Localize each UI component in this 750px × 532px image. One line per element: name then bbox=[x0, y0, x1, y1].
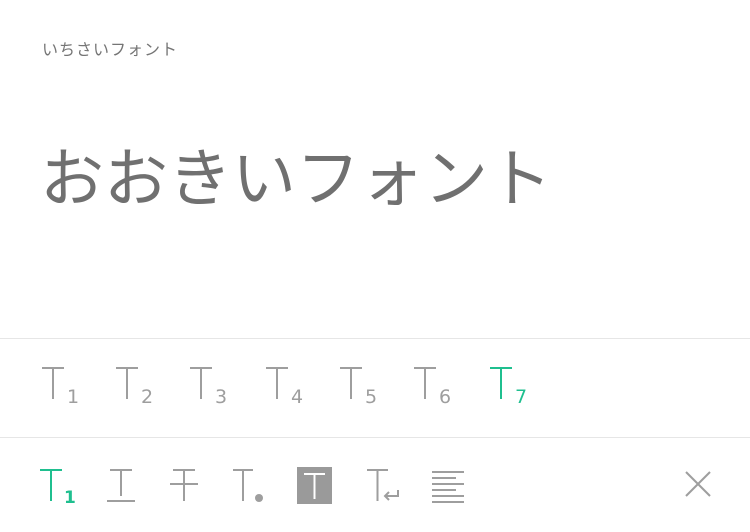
font-size-1-button[interactable]: 1 bbox=[40, 366, 90, 410]
align-tool-icon bbox=[432, 471, 464, 503]
text-size-3-icon bbox=[190, 367, 212, 399]
font-size-7-button[interactable]: 7 bbox=[488, 366, 538, 410]
highlight-tool-button[interactable] bbox=[296, 466, 340, 510]
line-break-tool-button[interactable] bbox=[364, 466, 408, 510]
size-label: 2 bbox=[141, 386, 153, 408]
highlight-tool-icon bbox=[297, 467, 332, 504]
font-size-5-button[interactable]: 5 bbox=[338, 366, 388, 410]
font-size-3-button[interactable]: 3 bbox=[188, 366, 238, 410]
small-font-text[interactable]: いちさいフォント bbox=[42, 36, 178, 60]
text-size-tool-icon bbox=[40, 469, 62, 501]
bullet-tool-icon bbox=[233, 469, 263, 502]
bullet-tool-button[interactable] bbox=[231, 466, 275, 510]
large-font-text[interactable]: おおきいフォント bbox=[40, 140, 552, 220]
underline-tool-icon bbox=[107, 469, 135, 502]
formatting-toolbar: 1 bbox=[0, 438, 750, 532]
text-size-1-icon bbox=[42, 367, 64, 399]
size-label: 7 bbox=[515, 386, 527, 408]
strikethrough-tool-button[interactable] bbox=[166, 466, 210, 510]
size-label: 4 bbox=[291, 386, 303, 408]
tool-size-label: 1 bbox=[64, 488, 76, 508]
text-size-6-icon bbox=[414, 367, 436, 399]
font-size-2-button[interactable]: 2 bbox=[114, 366, 164, 410]
align-tool-button[interactable] bbox=[429, 466, 473, 510]
line-break-tool-icon bbox=[367, 469, 399, 501]
close-button[interactable] bbox=[680, 466, 724, 510]
strikethrough-tool-icon bbox=[170, 469, 198, 501]
text-size-5-icon bbox=[340, 367, 362, 399]
text-size-7-icon bbox=[490, 367, 512, 399]
text-size-2-icon bbox=[116, 367, 138, 399]
text-size-4-icon bbox=[266, 367, 288, 399]
underline-tool-button[interactable] bbox=[103, 466, 147, 510]
font-size-6-button[interactable]: 6 bbox=[412, 366, 462, 410]
text-size-tool-button[interactable]: 1 bbox=[38, 466, 82, 510]
size-label: 1 bbox=[67, 386, 79, 408]
font-size-bar: 1 2 3 4 5 6 7 bbox=[0, 339, 750, 437]
size-label: 6 bbox=[439, 386, 451, 408]
font-size-4-button[interactable]: 4 bbox=[264, 366, 314, 410]
size-label: 3 bbox=[215, 386, 227, 408]
size-label: 5 bbox=[365, 386, 377, 408]
close-icon bbox=[685, 471, 711, 497]
text-editor-area[interactable]: いちさいフォント おおきいフォント bbox=[0, 0, 750, 338]
